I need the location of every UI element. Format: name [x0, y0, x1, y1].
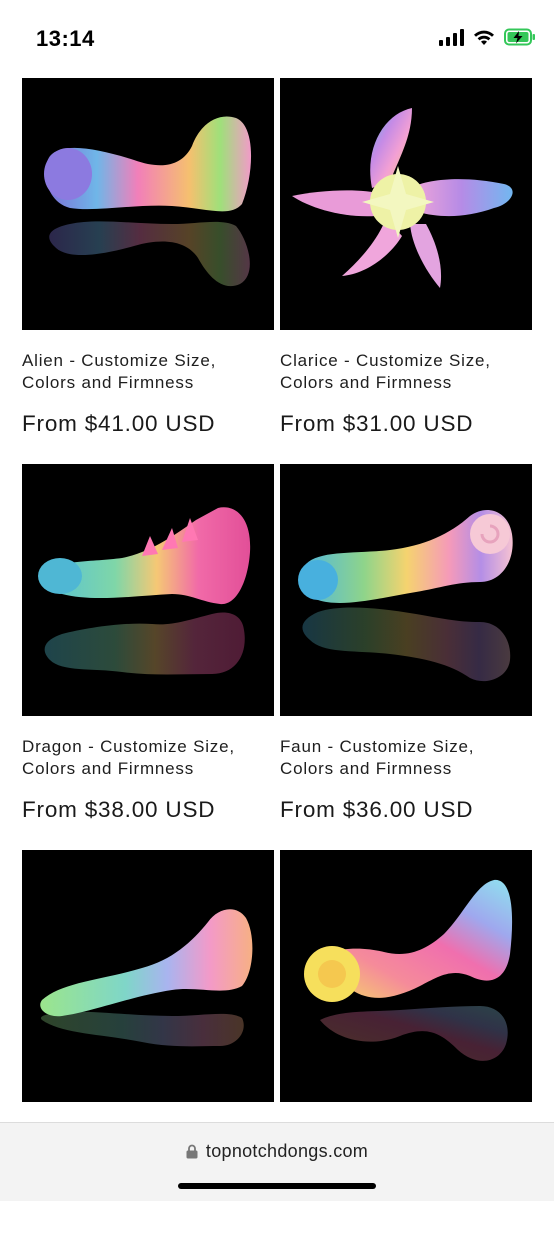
signal-icon: [439, 28, 464, 46]
url-text[interactable]: topnotchdongs.com: [206, 1141, 368, 1162]
product-title[interactable]: Faun - Customize Size, Colors and Firmne…: [280, 736, 532, 780]
product-image-5[interactable]: [22, 850, 274, 1102]
product-grid: Alien - Customize Size, Colors and Firmn…: [22, 78, 532, 1236]
home-indicator: [178, 1183, 376, 1189]
product-image-faun[interactable]: [280, 464, 532, 716]
product-image-dragon[interactable]: [22, 464, 274, 716]
product-price: From $31.00 USD: [280, 411, 474, 436]
product-title[interactable]: Clarice - Customize Size, Colors and Fir…: [280, 350, 532, 394]
product-card-dragon[interactable]: Dragon - Customize Size, Colors and Firm…: [22, 464, 274, 850]
product-title[interactable]: Alien - Customize Size, Colors and Firmn…: [22, 350, 274, 394]
product-price: From $38.00 USD: [22, 797, 216, 822]
status-bar: 13:14: [0, 0, 554, 76]
product-image-6[interactable]: [280, 850, 532, 1102]
browser-url-bar[interactable]: topnotchdongs.com: [0, 1122, 554, 1201]
status-time: 13:14: [36, 26, 95, 51]
url-display[interactable]: topnotchdongs.com: [0, 1141, 554, 1162]
product-card-faun[interactable]: Faun - Customize Size, Colors and Firmne…: [280, 464, 532, 850]
status-icons: [439, 28, 536, 46]
product-price: From $41.00 USD: [22, 411, 216, 436]
product-card-clarice[interactable]: Clarice - Customize Size, Colors and Fir…: [280, 78, 532, 464]
product-image-alien[interactable]: [22, 78, 274, 330]
product-image-clarice[interactable]: [280, 78, 532, 330]
product-title[interactable]: Dragon - Customize Size, Colors and Firm…: [22, 736, 274, 780]
product-card-alien[interactable]: Alien - Customize Size, Colors and Firmn…: [22, 78, 274, 464]
lock-icon: [186, 1144, 198, 1159]
product-price: From $36.00 USD: [280, 797, 474, 822]
wifi-icon: [474, 30, 494, 45]
battery-charging-icon: [504, 28, 535, 46]
